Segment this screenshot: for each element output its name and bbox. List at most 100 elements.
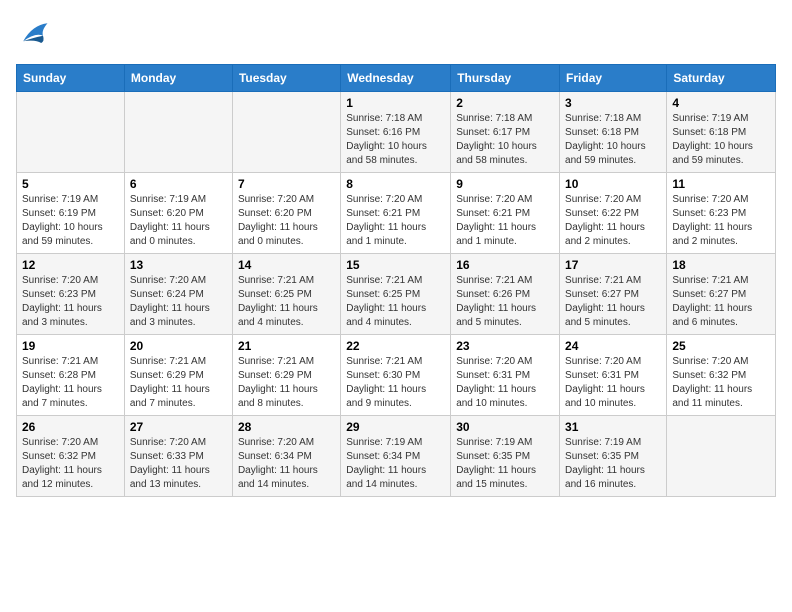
day-number: 7 bbox=[238, 177, 335, 191]
day-number: 1 bbox=[346, 96, 445, 110]
sunset-text: Sunset: 6:29 PM bbox=[238, 370, 312, 381]
sunset-text: Sunset: 6:19 PM bbox=[22, 208, 96, 219]
sunset-text: Sunset: 6:22 PM bbox=[565, 208, 639, 219]
day-number: 29 bbox=[346, 420, 445, 434]
calendar-cell: 13 Sunrise: 7:20 AM Sunset: 6:24 PM Dayligh… bbox=[124, 254, 232, 335]
sunset-text: Sunset: 6:34 PM bbox=[346, 451, 420, 462]
day-number: 30 bbox=[456, 420, 554, 434]
calendar-cell: 7Sunrise: 7:20 AMSunset: 6:20 PMDaylight… bbox=[232, 173, 340, 254]
day-number: 4 bbox=[672, 96, 770, 110]
daylight-text: Daylight: 11 hours and 13 minutes. bbox=[130, 465, 210, 490]
daylight-text: Daylight: 11 hours and 7 minutes. bbox=[130, 384, 210, 409]
daylight-text: Daylight: 10 hours and 58 minutes. bbox=[456, 141, 537, 166]
sunset-text: Sunset: 6:18 PM bbox=[565, 127, 639, 138]
day-info: Sunrise: 7:19 AMSunset: 6:19 PMDaylight:… bbox=[22, 193, 119, 249]
day-number: 25 bbox=[672, 339, 770, 353]
day-info: Sunrise: 7:19 AMSunset: 6:35 PMDaylight:… bbox=[456, 436, 554, 492]
sunset-text: Sunset: 6:21 PM bbox=[346, 208, 420, 219]
sunset-text: Sunset: 6:20 PM bbox=[130, 208, 204, 219]
day-number: 20 bbox=[130, 339, 227, 353]
sunset-text: Sunset: 6:30 PM bbox=[346, 370, 420, 381]
daylight-text: Daylight: 11 hours and 5 minutes. bbox=[565, 303, 645, 328]
sunset-text: Sunset: 6:27 PM bbox=[672, 289, 746, 300]
day-info: Sunrise: 7:21 AMSunset: 6:29 PMDaylight:… bbox=[130, 355, 227, 411]
daylight-text: Daylight: 11 hours and 15 minutes. bbox=[456, 465, 536, 490]
sunrise-text: Sunrise: 7:19 AM bbox=[672, 113, 748, 124]
daylight-text: Daylight: 11 hours and 10 minutes. bbox=[565, 384, 645, 409]
day-info: Sunrise: 7:20 AMSunset: 6:21 PMDaylight:… bbox=[346, 193, 445, 249]
day-number: 10 bbox=[565, 177, 661, 191]
day-info: Sunrise: 7:21 AMSunset: 6:27 PMDaylight:… bbox=[672, 274, 770, 330]
day-number: 13 bbox=[130, 258, 227, 272]
daylight-text: Daylight: 11 hours and 8 minutes. bbox=[238, 384, 318, 409]
day-info: Sunrise: 7:20 AMSunset: 6:23 PMDaylight:… bbox=[672, 193, 770, 249]
daylight-text: Daylight: 11 hours and 16 minutes. bbox=[565, 465, 645, 490]
daylight-text: Daylight: 11 hours and 14 minutes. bbox=[238, 465, 318, 490]
daylight-text: Daylight: 10 hours and 59 minutes. bbox=[22, 222, 103, 247]
day-number: 19 bbox=[22, 339, 119, 353]
day-number: 23 bbox=[456, 339, 554, 353]
sunrise-text: Sunrise: 7:19 AM bbox=[130, 194, 206, 205]
day-number: 14 bbox=[238, 258, 335, 272]
sunrise-text: Sunrise: 7:21 AM bbox=[565, 275, 641, 286]
sunset-text: Sunset: 6:35 PM bbox=[456, 451, 530, 462]
day-info: Sunrise: 7:21 AMSunset: 6:25 PMDaylight:… bbox=[238, 274, 335, 330]
sunrise-text: Sunrise: 7:19 AM bbox=[565, 437, 641, 448]
daylight-text: Daylight: 11 hours and 4 minutes. bbox=[346, 303, 426, 328]
sunset-text: Sunset: 6:31 PM bbox=[456, 370, 530, 381]
calendar-cell: 16Sunrise: 7:21 AMSunset: 6:26 PMDayligh… bbox=[451, 254, 560, 335]
day-number: 24 bbox=[565, 339, 661, 353]
calendar-cell: 23Sunrise: 7:20 AMSunset: 6:31 PMDayligh… bbox=[451, 335, 560, 416]
calendar-cell: 6Sunrise: 7:19 AMSunset: 6:20 PMDaylight… bbox=[124, 173, 232, 254]
sunrise-text: Sunrise: 7:20 AM bbox=[456, 194, 532, 205]
daylight-text: Daylight: 11 hours and 3 minutes. bbox=[22, 303, 102, 328]
sunrise-text: Sunrise: 7:20 AM bbox=[22, 275, 98, 286]
calendar-cell: 28Sunrise: 7:20 AMSunset: 6:34 PMDayligh… bbox=[232, 416, 340, 497]
calendar-cell bbox=[124, 92, 232, 173]
day-info: Sunrise: 7:20 AMSunset: 6:21 PMDaylight:… bbox=[456, 193, 554, 249]
day-number: 21 bbox=[238, 339, 335, 353]
sunrise-text: Sunrise: 7:18 AM bbox=[456, 113, 532, 124]
calendar-cell: 30 Sunrise: 7:19 AMSunset: 6:35 PMDayligh… bbox=[451, 416, 560, 497]
sunset-text: Sunset: 6:28 PM bbox=[22, 370, 96, 381]
calendar-cell: 29 Sunrise: 7:19 AMSunset: 6:34 PMDayligh… bbox=[341, 416, 451, 497]
day-info: Sunrise: 7:19 AMSunset: 6:20 PMDaylight:… bbox=[130, 193, 227, 249]
sunrise-text: Sunrise: 7:20 AM bbox=[346, 194, 422, 205]
weekday-header-thursday: Thursday bbox=[451, 65, 560, 92]
sunset-text: Sunset: 6:29 PM bbox=[130, 370, 204, 381]
day-info: Sunrise: 7:19 AMSunset: 6:34 PMDaylight:… bbox=[346, 436, 445, 492]
weekday-header-tuesday: Tuesday bbox=[232, 65, 340, 92]
calendar-cell: 20 Sunrise: 7:21 AMSunset: 6:29 PMDayligh… bbox=[124, 335, 232, 416]
calendar-cell: 4 Sunrise: 7:19 AMSunset: 6:18 PMDaylight… bbox=[667, 92, 776, 173]
calendar-cell bbox=[667, 416, 776, 497]
calendar-table: SundayMondayTuesdayWednesdayThursdayFrid… bbox=[16, 64, 776, 497]
week-row-2: 5Sunrise: 7:19 AMSunset: 6:19 PMDaylight… bbox=[17, 173, 776, 254]
day-info: Sunrise: 7:21 AMSunset: 6:25 PMDaylight:… bbox=[346, 274, 445, 330]
sunset-text: Sunset: 6:25 PM bbox=[346, 289, 420, 300]
calendar-cell bbox=[232, 92, 340, 173]
sunrise-text: Sunrise: 7:21 AM bbox=[456, 275, 532, 286]
daylight-text: Daylight: 11 hours and 3 minutes. bbox=[130, 303, 210, 328]
calendar-cell: 17Sunrise: 7:21 AMSunset: 6:27 PMDayligh… bbox=[560, 254, 667, 335]
daylight-text: Daylight: 11 hours and 7 minutes. bbox=[22, 384, 102, 409]
weekday-header-row: SundayMondayTuesdayWednesdayThursdayFrid… bbox=[17, 65, 776, 92]
sunrise-text: Sunrise: 7:20 AM bbox=[130, 275, 206, 286]
daylight-text: Daylight: 10 hours and 59 minutes. bbox=[672, 141, 753, 166]
weekday-header-sunday: Sunday bbox=[17, 65, 125, 92]
calendar-cell: 18 Sunrise: 7:21 AMSunset: 6:27 PMDayligh… bbox=[667, 254, 776, 335]
calendar-cell: 31Sunrise: 7:19 AMSunset: 6:35 PMDayligh… bbox=[560, 416, 667, 497]
day-info: Sunrise: 7:19 AMSunset: 6:18 PMDaylight:… bbox=[672, 112, 770, 168]
week-row-5: 26Sunrise: 7:20 AMSunset: 6:32 PMDayligh… bbox=[17, 416, 776, 497]
sunset-text: Sunset: 6:24 PM bbox=[130, 289, 204, 300]
day-info: Sunrise: 7:19 AMSunset: 6:35 PMDaylight:… bbox=[565, 436, 661, 492]
day-number: 18 bbox=[672, 258, 770, 272]
calendar-cell: 12Sunrise: 7:20 AMSunset: 6:23 PMDayligh… bbox=[17, 254, 125, 335]
sunrise-text: Sunrise: 7:21 AM bbox=[238, 275, 314, 286]
calendar-cell: 11Sunrise: 7:20 AMSunset: 6:23 PMDayligh… bbox=[667, 173, 776, 254]
calendar-cell: 21Sunrise: 7:21 AMSunset: 6:29 PMDayligh… bbox=[232, 335, 340, 416]
calendar-cell: 24Sunrise: 7:20 AMSunset: 6:31 PMDayligh… bbox=[560, 335, 667, 416]
sunset-text: Sunset: 6:23 PM bbox=[672, 208, 746, 219]
day-info: Sunrise: 7:21 AMSunset: 6:26 PMDaylight:… bbox=[456, 274, 554, 330]
sunset-text: Sunset: 6:26 PM bbox=[456, 289, 530, 300]
sunrise-text: Sunrise: 7:20 AM bbox=[672, 356, 748, 367]
